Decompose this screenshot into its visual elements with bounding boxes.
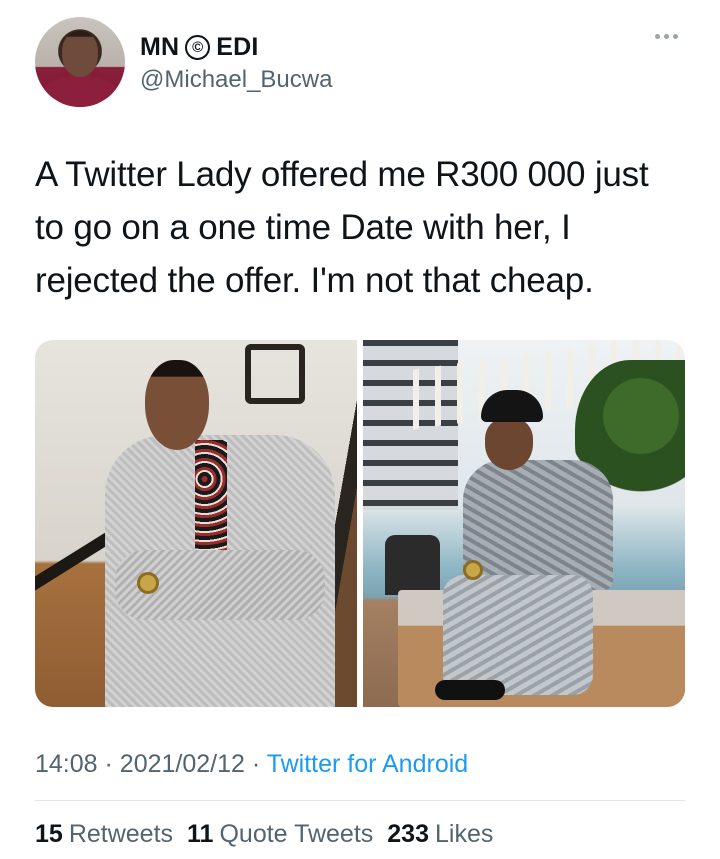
more-dot xyxy=(673,34,678,39)
quote-tweets-label: Quote Tweets xyxy=(219,820,374,848)
tweet-media xyxy=(35,340,685,707)
user-handle[interactable]: @Michael_Bucwa xyxy=(140,66,332,94)
photo-2-jacket xyxy=(463,460,613,590)
avatar-head xyxy=(62,31,98,77)
tweet-text: A Twitter Lady offered me R300 000 just … xyxy=(35,155,649,300)
likes-stat[interactable]: 233 Likes xyxy=(387,820,493,849)
more-horizontal-icon[interactable] xyxy=(655,34,678,39)
photo-2-legs xyxy=(443,575,593,695)
more-dot xyxy=(664,34,669,39)
photo-1-watch xyxy=(137,572,159,594)
media-photo-2[interactable] xyxy=(363,340,685,707)
display-name-part2: EDI xyxy=(216,33,259,61)
retweets-label: Retweets xyxy=(68,820,174,848)
more-dot xyxy=(655,34,660,39)
tweet-source-link[interactable]: Twitter for Android xyxy=(267,750,468,778)
avatar[interactable] xyxy=(35,17,125,107)
avatar-shirt xyxy=(43,77,117,107)
photo-1-lamp xyxy=(245,344,305,404)
tweet-date: 2021/02/12 xyxy=(119,750,245,778)
engagement-stats: 15 Retweets 11 Quote Tweets 233 Likes xyxy=(35,820,493,849)
retweets-stat[interactable]: 15 Retweets xyxy=(35,820,173,849)
tweet-time: 14:08 xyxy=(35,750,98,778)
likes-label: Likes xyxy=(434,820,494,848)
photo-2-face xyxy=(485,418,533,470)
media-photo-1[interactable] xyxy=(35,340,357,707)
meta-separator: · xyxy=(104,750,113,778)
quote-tweets-count: 11 xyxy=(187,820,214,848)
photo-1-head xyxy=(145,360,209,450)
display-name[interactable]: MN © EDI xyxy=(140,33,259,62)
divider xyxy=(35,800,685,801)
display-name-part1: MN xyxy=(140,33,180,61)
photo-2-shoes xyxy=(435,680,505,700)
meta-separator: · xyxy=(251,750,261,778)
photo-2-watch xyxy=(463,560,483,580)
tweet-metadata: 14:08 · 2021/02/12 · Twitter for Android xyxy=(35,750,468,779)
photo-2-chair xyxy=(385,535,440,595)
copyright-icon: © xyxy=(185,35,211,60)
quote-tweets-stat[interactable]: 11 Quote Tweets xyxy=(187,820,373,849)
tweet-detail: MN © EDI @Michael_Bucwa A Twitter Lady o… xyxy=(0,0,720,859)
retweets-count: 15 xyxy=(35,820,63,848)
likes-count: 233 xyxy=(387,820,429,848)
